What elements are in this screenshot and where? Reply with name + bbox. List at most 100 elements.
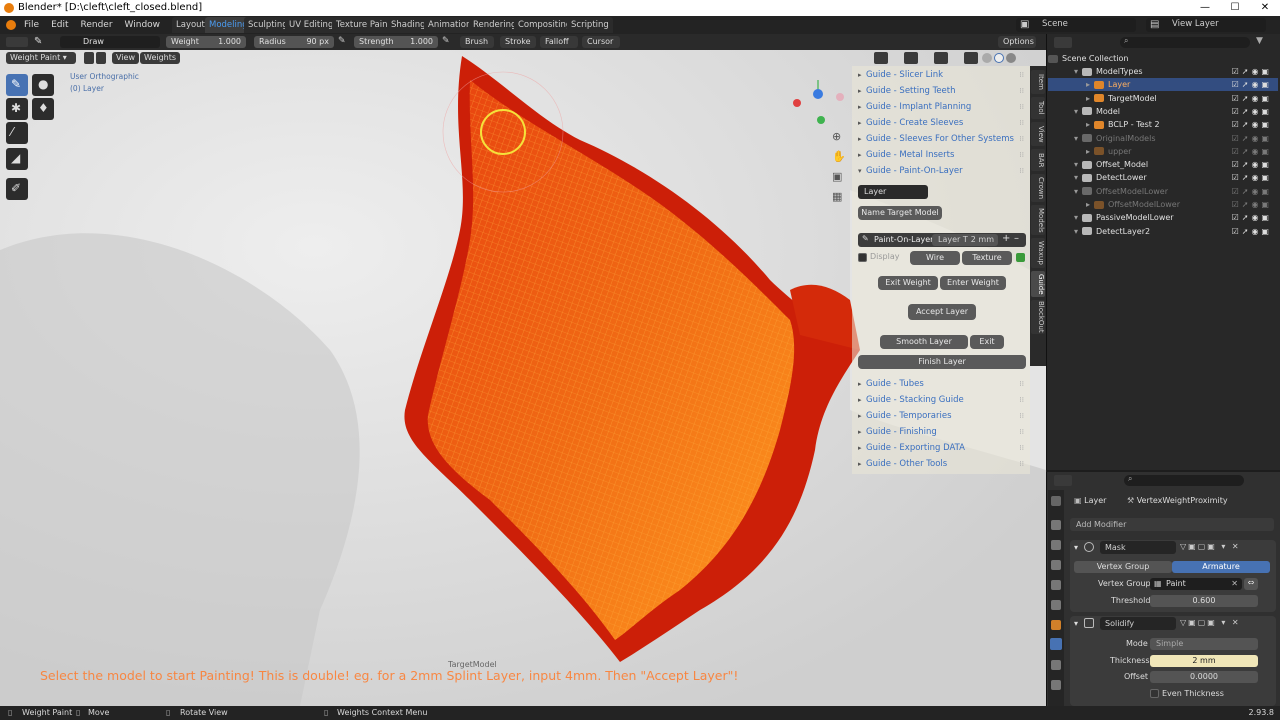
outliner-row-offsetmodellower[interactable]: ▾ OffsetModelLower ☑➚◉▣ [1048, 185, 1278, 198]
visibility-toggles[interactable]: ☑➚◉▣ [1232, 132, 1272, 145]
output-tab-icon[interactable] [1051, 540, 1061, 550]
sidebar-tab-item[interactable]: Item [1031, 70, 1045, 94]
threshold-field[interactable]: 0.600 [1150, 595, 1258, 607]
chevron-right-icon[interactable]: ▸ [1086, 145, 1094, 158]
physics-tab-icon[interactable] [1051, 680, 1061, 690]
clear-icon[interactable]: ✕ [1231, 578, 1238, 590]
sidebar-tab-guide[interactable]: Guide [1031, 271, 1045, 297]
drag-grip-icon[interactable]: ⁞⁞ [1020, 164, 1024, 178]
drag-grip-icon[interactable]: ⁞⁞ [1020, 132, 1024, 146]
drag-grip-icon[interactable]: ⁞⁞ [1020, 457, 1024, 471]
exit-button[interactable]: Exit [970, 335, 1004, 349]
visibility-toggles[interactable]: ☑➚◉▣ [1232, 105, 1272, 118]
visibility-toggles[interactable]: ☑➚◉▣ [1232, 171, 1272, 184]
chevron-right-icon[interactable]: ▸ [1086, 118, 1094, 131]
mask-toggle-icon[interactable] [84, 52, 94, 64]
chevron-right-icon[interactable]: ▸ [1086, 198, 1094, 211]
drag-grip-icon[interactable]: ⁞⁞ [1020, 100, 1024, 114]
outliner-row-modeltypes[interactable]: ▾ ModelTypes ☑➚◉▣ [1048, 65, 1278, 78]
wire-button[interactable]: Wire [910, 251, 960, 265]
guide-implant-planning[interactable]: ▸ Guide - Implant Planning ⁞⁞ [858, 100, 1028, 114]
remove-icon[interactable]: – [1014, 233, 1019, 244]
guide-setting-teeth[interactable]: ▸ Guide - Setting Teeth ⁞⁞ [858, 84, 1028, 98]
accept-layer-button[interactable]: Accept Layer [908, 304, 976, 320]
mask-mode-vertex-group[interactable]: Vertex Group [1074, 561, 1172, 573]
properties-search[interactable]: ⌕ [1124, 474, 1244, 486]
chevron-right-icon[interactable]: ▸ [1086, 78, 1094, 91]
outliner-row-passivemodellower[interactable]: ▾ PassiveModelLower ☑➚◉▣ [1048, 211, 1278, 224]
chevron-right-icon[interactable]: ▸ [1086, 92, 1094, 105]
chevron-down-icon[interactable]: ▾ [1074, 185, 1082, 198]
chevron-down-icon[interactable]: ▾ [1074, 132, 1082, 145]
solidify-expand-icon[interactable]: ▾ [1074, 619, 1078, 628]
guide-sleeves-for-other-systems[interactable]: ▸ Guide - Sleeves For Other Systems ⁞⁞ [858, 132, 1028, 146]
properties-editor-icon[interactable] [1054, 475, 1072, 486]
mask-name-field[interactable]: Mask [1100, 541, 1176, 554]
render-tab-icon[interactable] [1051, 520, 1061, 530]
tab-rendering[interactable]: Rendering [469, 17, 521, 33]
object-tab-icon[interactable] [1051, 620, 1061, 630]
maximize-icon[interactable]: ☐ [1220, 0, 1250, 16]
grid-icon[interactable]: ▦ [832, 190, 846, 204]
smear-tool[interactable]: ♦ [32, 98, 54, 120]
close-icon[interactable]: ✕ [1250, 0, 1280, 16]
drag-grip-icon[interactable]: ⁞⁞ [1020, 393, 1024, 407]
pan-hand-icon[interactable]: ✋ [832, 150, 846, 164]
editor-type-icon[interactable] [6, 37, 28, 47]
world-tab-icon[interactable] [1051, 600, 1061, 610]
pressure-radius-icon[interactable]: ✎ [338, 36, 346, 46]
menu-render[interactable]: Render [75, 16, 119, 34]
material-shading-icon[interactable] [1006, 53, 1016, 63]
chevron-down-icon[interactable]: ▾ [1074, 225, 1082, 238]
sample-weight-tool[interactable]: ⁄ [6, 122, 28, 144]
guide-metal-inserts[interactable]: ▸ Guide - Metal Inserts ⁞⁞ [858, 148, 1028, 162]
options-menu[interactable]: Options ▾ [998, 36, 1036, 58]
brush-tool-icon[interactable]: ✎ [34, 36, 42, 47]
visibility-toggles[interactable]: ☑➚◉▣ [1232, 158, 1272, 171]
filter-icon[interactable]: ▼ [1256, 36, 1263, 46]
view-layer-tab-icon[interactable] [1051, 560, 1061, 570]
outliner-row-upper[interactable]: ▸ upper ☑➚◉▣ [1048, 145, 1278, 158]
guide-exporting-data[interactable]: ▸ Guide - Exporting DATA ⁞⁞ [858, 441, 1028, 455]
visibility-toggles[interactable]: ☑➚◉▣ [1232, 92, 1272, 105]
gizmo-z-axis[interactable] [817, 116, 825, 124]
sidebar-tab-models[interactable]: Models [1031, 205, 1045, 235]
mask-mode-armature[interactable]: Armature [1172, 561, 1270, 573]
visibility-toggles[interactable]: ☑➚◉▣ [1232, 145, 1272, 158]
drag-grip-icon[interactable]: ⁞⁞ [1020, 409, 1024, 423]
tab-animation[interactable]: Animation [424, 17, 476, 33]
drag-grip-icon[interactable]: ⁞⁞ [1020, 116, 1024, 130]
visibility-icon[interactable] [874, 52, 888, 64]
outliner-search[interactable]: ⌕ [1120, 36, 1250, 48]
strength-field[interactable]: Strength 1.000 [354, 36, 438, 48]
gradient-tool[interactable]: ◢ [6, 148, 28, 170]
outliner-editor-icon[interactable] [1054, 37, 1072, 48]
overlay-icon[interactable] [934, 52, 948, 64]
solidify-visibility-toggles[interactable]: ▽▣▢▣ ▾ ✕ [1180, 618, 1241, 627]
sidebar-tab-blockout[interactable]: BlockOut [1031, 300, 1045, 334]
display-color-icon[interactable] [1016, 253, 1025, 262]
view-layer-selector[interactable]: ▤ View Layer [1146, 18, 1266, 32]
gizmo-icon[interactable] [904, 52, 918, 64]
menu-edit[interactable]: Edit [45, 16, 74, 34]
sidebar-tab-view[interactable]: View [1031, 122, 1045, 146]
vertex-group-field[interactable]: Paint ▦ ✕ [1150, 578, 1242, 590]
mask-expand-icon[interactable]: ▾ [1074, 543, 1078, 552]
scene-tab-icon[interactable] [1051, 580, 1061, 590]
drag-grip-icon[interactable]: ⁞⁞ [1020, 441, 1024, 455]
add-modifier-button[interactable]: Add Modifier [1070, 518, 1274, 531]
blender-menu-icon[interactable] [6, 20, 16, 30]
layer-thickness-field[interactable]: Layer T 2 mm [932, 234, 998, 246]
visibility-toggles[interactable]: ☑➚◉▣ [1232, 118, 1272, 131]
visibility-toggles[interactable]: ☑➚◉▣ [1232, 225, 1272, 238]
blur-tool[interactable]: ● [32, 74, 54, 96]
guide-other-tools[interactable]: ▸ Guide - Other Tools ⁞⁞ [858, 457, 1028, 471]
visibility-toggles[interactable]: ☑➚◉▣ [1232, 65, 1272, 78]
chevron-down-icon[interactable]: ▾ [1074, 65, 1082, 78]
scene-selector[interactable]: ▣ Scene [1016, 18, 1136, 32]
gizmo-x-axis[interactable] [793, 99, 801, 107]
solidify-mode-dropdown[interactable]: Simple [1150, 638, 1258, 650]
texture-button[interactable]: Texture [962, 251, 1012, 265]
outliner-row-offset-model[interactable]: ▾ Offset_Model ☑➚◉▣ [1048, 158, 1278, 171]
mask-visibility-toggles[interactable]: ▽▣▢▣ ▾ ✕ [1180, 542, 1241, 551]
